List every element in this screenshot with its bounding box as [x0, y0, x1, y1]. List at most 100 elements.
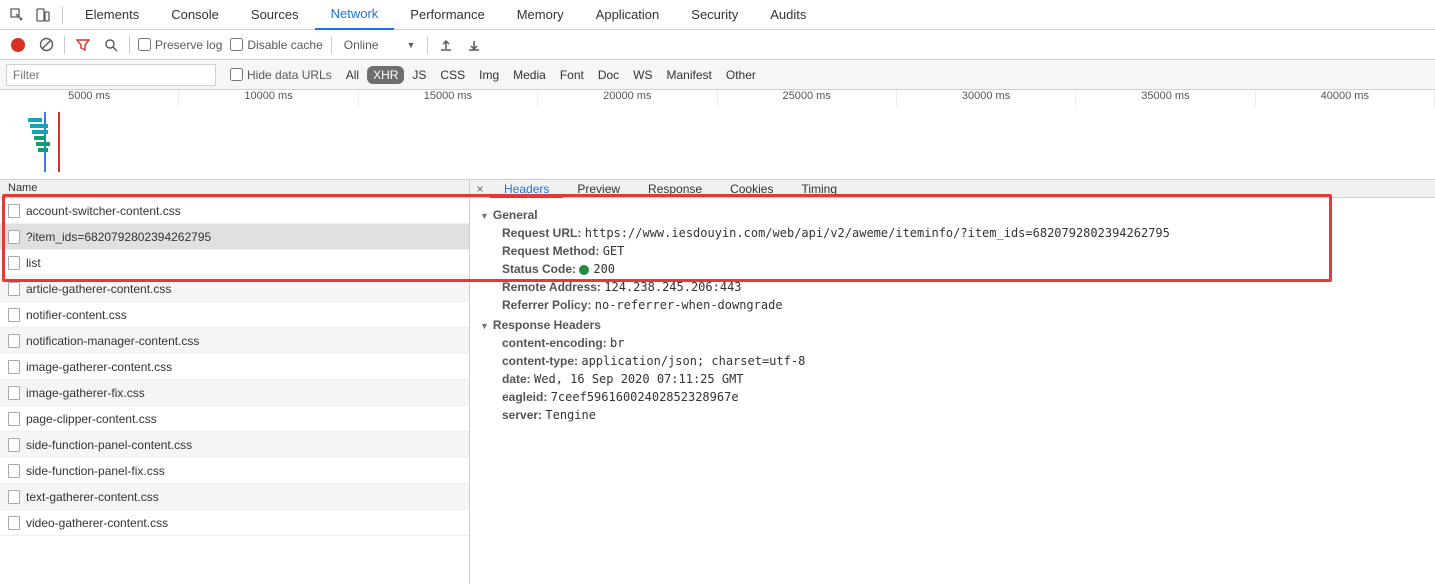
remote-address-label: Remote Address: [502, 280, 601, 294]
request-row[interactable]: page-clipper-content.css [0, 406, 469, 432]
filter-chip-xhr[interactable]: XHR [367, 66, 404, 84]
filter-chip-all[interactable]: All [340, 66, 365, 84]
main-tab-console[interactable]: Console [155, 0, 235, 30]
main-tab-security[interactable]: Security [675, 0, 754, 30]
request-row[interactable]: notifier-content.css [0, 302, 469, 328]
referrer-policy-row: Referrer Policy: no-referrer-when-downgr… [502, 298, 1425, 312]
request-name: notifier-content.css [26, 308, 127, 322]
request-list: account-switcher-content.css ?item_ids=68… [0, 198, 470, 584]
response-header-row: content-encoding: br [502, 336, 1425, 350]
filter-chip-other[interactable]: Other [720, 66, 762, 84]
status-dot-icon [579, 265, 589, 275]
response-header-value: br [610, 336, 624, 350]
timeline-tick: 5000 ms [0, 90, 179, 108]
preserve-log-checkbox[interactable]: Preserve log [138, 38, 222, 52]
file-icon [8, 516, 20, 530]
status-code-label: Status Code: [502, 262, 576, 276]
download-har-icon[interactable] [464, 35, 484, 55]
detail-tab-response[interactable]: Response [634, 180, 716, 198]
filter-chip-doc[interactable]: Doc [592, 66, 625, 84]
preserve-log-label: Preserve log [155, 38, 222, 52]
timeline-tick: 35000 ms [1076, 90, 1255, 108]
filter-chip-media[interactable]: Media [507, 66, 552, 84]
upload-har-icon[interactable] [436, 35, 456, 55]
name-column-header[interactable]: Name [0, 180, 470, 197]
response-header-key: date: [502, 372, 531, 386]
response-headers-section-title[interactable]: Response Headers [480, 318, 1425, 332]
file-icon [8, 412, 20, 426]
throttle-value: Online [344, 38, 379, 52]
hide-data-urls-checkbox[interactable]: Hide data URLs [230, 68, 332, 82]
timeline-ticks: 5000 ms10000 ms15000 ms20000 ms25000 ms3… [0, 90, 1435, 108]
request-row[interactable]: ?item_ids=6820792802394262795 [0, 224, 469, 250]
devtools-main-tabs: ElementsConsoleSourcesNetworkPerformance… [0, 0, 1435, 30]
file-icon [8, 256, 20, 270]
detail-tab-timing[interactable]: Timing [787, 180, 851, 198]
file-icon [8, 204, 20, 218]
filter-chip-img[interactable]: Img [473, 66, 505, 84]
timeline-tick: 10000 ms [179, 90, 358, 108]
divider [62, 6, 63, 24]
main-tab-network[interactable]: Network [315, 0, 395, 30]
request-name: side-function-panel-content.css [26, 438, 192, 452]
main-tab-sources[interactable]: Sources [235, 0, 315, 30]
divider [129, 36, 130, 54]
filter-chip-css[interactable]: CSS [434, 66, 471, 84]
status-code-row: Status Code: 200 [502, 262, 1425, 276]
request-url-value: https://www.iesdouyin.com/web/api/v2/awe… [585, 226, 1170, 240]
filter-chip-font[interactable]: Font [554, 66, 590, 84]
response-header-key: content-encoding: [502, 336, 607, 350]
file-icon [8, 386, 20, 400]
timeline-tick: 40000 ms [1256, 90, 1435, 108]
request-row[interactable]: side-function-panel-fix.css [0, 458, 469, 484]
throttle-select[interactable]: Online ▼ [340, 38, 420, 52]
close-icon[interactable]: × [470, 182, 490, 196]
request-row[interactable]: notification-manager-content.css [0, 328, 469, 354]
request-method-label: Request Method: [502, 244, 599, 258]
main-tab-memory[interactable]: Memory [501, 0, 580, 30]
detail-tab-cookies[interactable]: Cookies [716, 180, 787, 198]
main-tab-performance[interactable]: Performance [394, 0, 500, 30]
filter-toggle-icon[interactable] [73, 35, 93, 55]
clear-button[interactable] [36, 35, 56, 55]
main-tab-audits[interactable]: Audits [754, 0, 822, 30]
disable-cache-checkbox[interactable]: Disable cache [230, 38, 322, 52]
detail-tab-preview[interactable]: Preview [563, 180, 634, 198]
request-row[interactable]: text-gatherer-content.css [0, 484, 469, 510]
search-icon[interactable] [101, 35, 121, 55]
request-row[interactable]: video-gatherer-content.css [0, 510, 469, 536]
inspect-element-icon[interactable] [4, 2, 30, 28]
request-row[interactable]: image-gatherer-fix.css [0, 380, 469, 406]
response-header-value: Tengine [545, 408, 596, 422]
request-name: article-gatherer-content.css [26, 282, 171, 296]
main-tab-elements[interactable]: Elements [69, 0, 155, 30]
general-section-title[interactable]: General [480, 208, 1425, 222]
request-row[interactable]: article-gatherer-content.css [0, 276, 469, 302]
filter-input[interactable] [6, 64, 216, 86]
request-row[interactable]: image-gatherer-content.css [0, 354, 469, 380]
device-toggle-icon[interactable] [30, 2, 56, 28]
request-row[interactable]: account-switcher-content.css [0, 198, 469, 224]
divider [64, 36, 65, 54]
main-tab-application[interactable]: Application [580, 0, 676, 30]
response-header-key: content-type: [502, 354, 578, 368]
referrer-policy-value: no-referrer-when-downgrade [595, 298, 783, 312]
request-name: image-gatherer-fix.css [26, 386, 145, 400]
file-icon [8, 230, 20, 244]
remote-address-value: 124.238.245.206:443 [604, 280, 741, 294]
request-name: list [26, 256, 41, 270]
request-name: image-gatherer-content.css [26, 360, 172, 374]
filter-chip-ws[interactable]: WS [627, 66, 658, 84]
request-row[interactable]: list [0, 250, 469, 276]
record-button[interactable] [8, 35, 28, 55]
type-filter-chips: AllXHRJSCSSImgMediaFontDocWSManifestOthe… [340, 66, 762, 84]
filter-chip-manifest[interactable]: Manifest [661, 66, 718, 84]
request-name: account-switcher-content.css [26, 204, 181, 218]
request-name: page-clipper-content.css [26, 412, 157, 426]
filter-chip-js[interactable]: JS [406, 66, 432, 84]
request-name: text-gatherer-content.css [26, 490, 159, 504]
timeline-tick: 15000 ms [359, 90, 538, 108]
network-timeline[interactable]: 5000 ms10000 ms15000 ms20000 ms25000 ms3… [0, 90, 1435, 180]
request-row[interactable]: side-function-panel-content.css [0, 432, 469, 458]
detail-tab-headers[interactable]: Headers [490, 180, 563, 198]
